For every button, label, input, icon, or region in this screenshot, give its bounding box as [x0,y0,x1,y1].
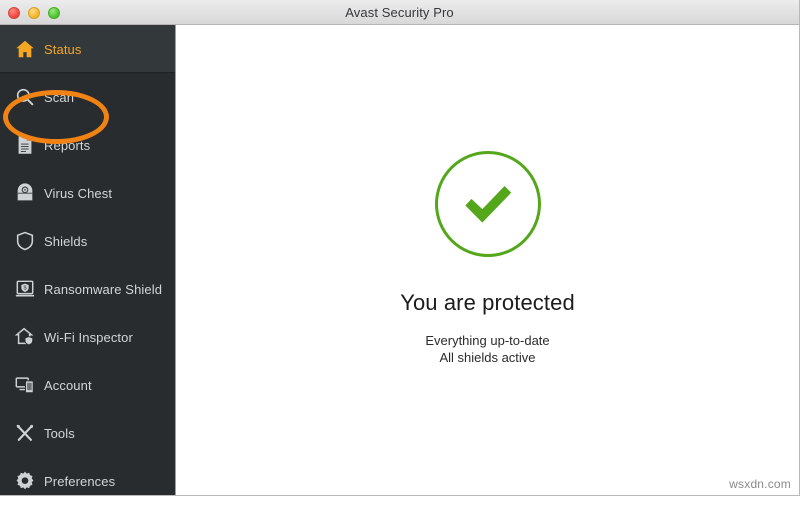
minimize-button[interactable] [28,6,40,19]
sidebar-item-shields[interactable]: Shields [0,217,175,265]
sidebar-item-wifi-inspector[interactable]: Wi-Fi Inspector [0,313,175,361]
sidebar-item-label: Tools [44,425,75,441]
sidebar-item-label: Shields [44,233,88,249]
green-check-circle-icon [434,151,541,257]
sidebar-item-label: Reports [44,137,91,153]
sidebar-item-virus-chest[interactable]: Virus Chest [0,169,175,217]
app-window: Avast Security Pro Status Scan Reports V… [0,0,800,496]
laptop-shield-icon: $ [12,276,38,302]
house-shield-icon [12,324,38,350]
window-controls [8,0,60,25]
page-title: You are protected [400,290,575,315]
sidebar-item-label: Account [44,377,92,393]
sidebar-item-label: Virus Chest [44,185,113,201]
titlebar: Avast Security Pro [0,0,799,25]
sidebar-item-label: Preferences [44,473,116,489]
document-icon [12,132,38,158]
sidebar-item-tools[interactable]: Tools [0,409,175,457]
sidebar-item-scan[interactable]: Scan [0,73,175,121]
sidebar-item-ransomware-shield[interactable]: $ Ransomware Shield [0,265,175,313]
shield-icon [12,228,38,254]
svg-text:$: $ [23,286,26,292]
sidebar-item-status[interactable]: Status [0,25,175,73]
gear-icon [12,468,38,494]
sidebar-item-label: Ransomware Shield [44,281,163,297]
window-body: Status Scan Reports Virus Chest Shields … [0,25,799,495]
magnifier-icon [12,84,38,110]
sidebar-item-label: Wi-Fi Inspector [44,329,133,345]
watermark: wsxdn.com [729,477,791,491]
sidebar-item-reports[interactable]: Reports [0,121,175,169]
sidebar-item-label: Scan [44,89,75,105]
sidebar: Status Scan Reports Virus Chest Shields … [0,25,176,495]
sidebar-item-account[interactable]: Account [0,361,175,409]
main-content: You are protected Everything up-to-date … [176,25,799,495]
window-title: Avast Security Pro [345,4,454,20]
checkmark-icon [464,185,511,223]
home-icon [12,36,38,62]
vault-icon [12,180,38,206]
sidebar-item-label: Status [44,41,82,57]
status-detail-line-2: All shields active [439,350,536,365]
close-button[interactable] [8,6,20,19]
devices-icon [12,372,38,398]
status-detail: Everything up-to-date All shields active [425,332,549,366]
status-detail-line-1: Everything up-to-date [425,333,550,348]
maximize-button[interactable] [48,6,60,19]
sidebar-item-preferences[interactable]: Preferences [0,457,175,495]
wrench-screwdriver-icon [12,420,38,446]
